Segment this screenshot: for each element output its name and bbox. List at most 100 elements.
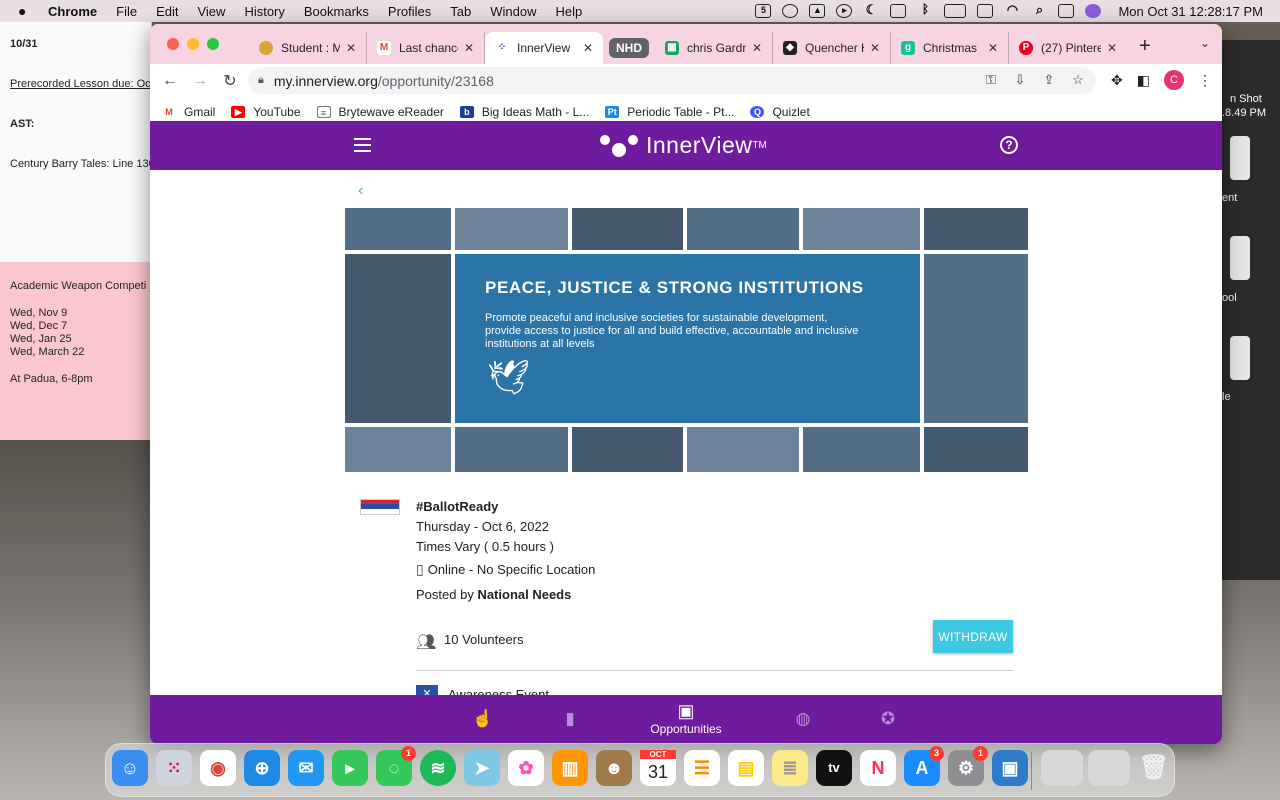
reload-icon[interactable]: ↻: [215, 71, 245, 91]
status-5-icon[interactable]: 5: [755, 4, 772, 18]
close-tab-icon[interactable]: ✕: [464, 41, 474, 55]
apple-tv-icon[interactable]: tv: [816, 750, 852, 786]
chrome-icon[interactable]: ◉: [200, 750, 236, 786]
bookmark-quizlet[interactable]: Q Quizlet: [750, 105, 810, 119]
bluetooth-icon[interactable]: ᛒ: [917, 3, 933, 18]
nav-star[interactable]: ✪: [873, 695, 903, 744]
bookmark-star-icon[interactable]: ☆: [1070, 72, 1086, 88]
notes-icon[interactable]: ▤: [728, 750, 764, 786]
tab-pinterest[interactable]: P (27) Pintere ✕: [1009, 32, 1127, 64]
close-tab-icon[interactable]: ✕: [752, 41, 762, 55]
tab-gmail[interactable]: M Last chance ✕: [367, 32, 485, 64]
menu-file[interactable]: File: [116, 4, 137, 19]
tab-christmas[interactable]: g Christmas ✕: [891, 32, 1009, 64]
apple-menu-icon[interactable]: ●: [18, 3, 34, 19]
desktop-file-label[interactable]: n Shot: [1230, 93, 1262, 105]
back-chevron-icon[interactable]: ‹: [358, 182, 363, 200]
control-center-icon[interactable]: [1058, 4, 1075, 18]
install-app-icon[interactable]: ⇩: [1012, 72, 1028, 88]
close-tab-icon[interactable]: ✕: [346, 41, 356, 55]
screen-mirror-icon[interactable]: [977, 4, 994, 18]
tab-quencher[interactable]: ◆ Quencher H ✕: [773, 32, 891, 64]
maps-icon[interactable]: ➤: [464, 750, 500, 786]
creative-cloud-icon[interactable]: [782, 4, 799, 18]
back-arrow-icon[interactable]: ←: [155, 72, 185, 90]
desktop-widget[interactable]: [1230, 336, 1250, 380]
tab-student[interactable]: Student : My ✕: [249, 32, 367, 64]
nav-opportunities[interactable]: ▣ Opportunities: [643, 695, 729, 744]
preview-app-icon[interactable]: ▣: [992, 750, 1028, 786]
chrome-menu-icon[interactable]: ⋮: [1198, 72, 1212, 89]
menu-edit[interactable]: Edit: [156, 4, 178, 19]
menu-window[interactable]: Window: [490, 4, 536, 19]
address-bar[interactable]: 🔒︎ my.innerview.org /opportunity/23168 ⚿…: [248, 67, 1096, 94]
facetime-icon[interactable]: ▸: [332, 750, 368, 786]
menu-history[interactable]: History: [244, 4, 284, 19]
extensions-puzzle-icon[interactable]: ✥: [1111, 72, 1123, 89]
tab-search-chevron-icon[interactable]: ⌄: [1200, 36, 1210, 50]
tab-sheets[interactable]: ▦ chris Gardne ✕: [655, 32, 773, 64]
system-settings-icon[interactable]: ⚙ 1: [948, 746, 988, 786]
calendar-icon[interactable]: OCT 31: [640, 750, 676, 786]
launchpad-icon[interactable]: ⁙: [156, 750, 192, 786]
photos-icon[interactable]: ✿: [508, 750, 544, 786]
sticky-note-white[interactable]: 10/31 Prerecorded Lesson due: Oct AST: C…: [0, 22, 152, 262]
sticky-note-pink[interactable]: Academic Weapon Competi Wed, Nov 9 Wed, …: [0, 262, 152, 440]
trash-icon[interactable]: 🗑︎: [1136, 750, 1172, 786]
tab-group-nhd[interactable]: NHD: [603, 32, 655, 64]
profile-avatar[interactable]: C: [1164, 70, 1184, 90]
spotlight-search-icon[interactable]: ⌕: [1031, 3, 1047, 18]
keyboard-icon[interactable]: [890, 4, 907, 18]
nav-stats[interactable]: ▮: [555, 695, 585, 744]
hamburger-menu-icon[interactable]: [354, 138, 371, 156]
minimize-window-button[interactable]: [187, 38, 199, 50]
bookmark-periodic-table[interactable]: Pt Periodic Table - Pt...: [605, 105, 734, 119]
lock-icon[interactable]: 🔒︎: [258, 74, 264, 87]
side-panel-icon[interactable]: ◧: [1137, 72, 1150, 89]
menu-tab[interactable]: Tab: [450, 4, 471, 19]
siri-icon[interactable]: [1085, 4, 1102, 18]
desktop-widget[interactable]: [1230, 236, 1250, 280]
dock-window-thumbnail[interactable]: [1088, 750, 1130, 786]
help-icon[interactable]: ?: [1000, 136, 1018, 154]
new-tab-icon[interactable]: +: [1139, 35, 1151, 58]
mail-icon[interactable]: ✉: [288, 750, 324, 786]
nav-fingerprint[interactable]: ☝: [468, 695, 498, 744]
close-tab-icon[interactable]: ✕: [870, 41, 880, 55]
play-icon[interactable]: ▸: [836, 4, 853, 18]
wifi-icon[interactable]: ◠: [1004, 3, 1020, 18]
spotify-icon[interactable]: ≋: [420, 750, 456, 786]
bookmark-youtube[interactable]: ▶ YouTube: [231, 105, 301, 119]
forward-arrow-icon[interactable]: →: [185, 72, 215, 90]
reminders-icon[interactable]: ☰: [684, 750, 720, 786]
close-window-button[interactable]: [167, 38, 179, 50]
close-tab-icon[interactable]: ✕: [583, 41, 593, 55]
messages-icon[interactable]: ◌ 1: [376, 746, 416, 786]
close-tab-icon[interactable]: ✕: [1107, 41, 1117, 55]
bookmark-gmail[interactable]: M Gmail: [162, 105, 215, 119]
bookmark-big-ideas-math[interactable]: b Big Ideas Math - L...: [459, 105, 589, 119]
menu-clock[interactable]: Mon Oct 31 12:28:17 PM: [1118, 4, 1263, 19]
dock-window-thumbnail[interactable]: [1041, 750, 1083, 786]
desktop-widget[interactable]: [1230, 136, 1250, 180]
tab-innerview[interactable]: ⁘ InnerView ✕: [485, 32, 603, 64]
innerview-logo[interactable]: InnerView TM: [600, 131, 767, 159]
nav-globe[interactable]: ◍: [788, 695, 818, 744]
battery-icon[interactable]: [944, 4, 967, 18]
menu-help[interactable]: Help: [556, 4, 583, 19]
app-store-icon[interactable]: A3: [904, 746, 944, 786]
close-tab-icon[interactable]: ✕: [988, 41, 998, 55]
menu-profiles[interactable]: Profiles: [388, 4, 431, 19]
share-icon[interactable]: ⇪: [1041, 72, 1057, 88]
finder-icon[interactable]: ☺: [112, 750, 148, 786]
withdraw-button[interactable]: WITHDRAW: [933, 620, 1013, 653]
key-icon[interactable]: ⚿: [983, 72, 999, 88]
moon-icon[interactable]: ☾: [863, 3, 879, 18]
menu-bookmarks[interactable]: Bookmarks: [304, 4, 369, 19]
zoom-window-button[interactable]: [207, 38, 219, 50]
news-icon[interactable]: N: [860, 750, 896, 786]
drive-icon[interactable]: ▲: [809, 4, 826, 18]
stickies-icon[interactable]: ≣: [772, 750, 808, 786]
bookmark-brytewave[interactable]: ≡ Brytewave eReader: [316, 105, 444, 119]
menu-view[interactable]: View: [197, 4, 225, 19]
